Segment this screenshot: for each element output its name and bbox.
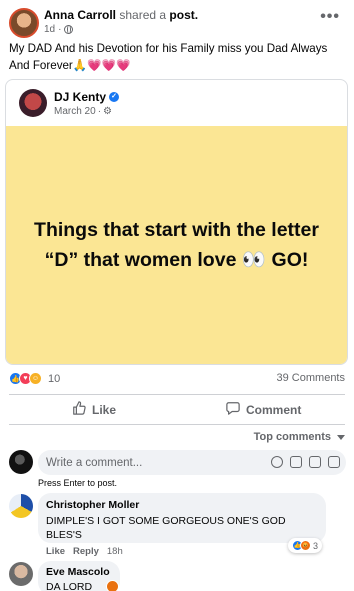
reaction-count: 10: [48, 372, 61, 385]
angry-reaction-icon[interactable]: [106, 580, 119, 591]
comment-label: Comment: [246, 402, 302, 417]
reactions-summary[interactable]: 👍 ♥ ☺ 10: [9, 372, 60, 385]
verified-badge-icon: ✓: [109, 92, 120, 102]
current-user-avatar[interactable]: [9, 450, 33, 474]
like-label: Like: [92, 402, 117, 417]
post-time[interactable]: 1d: [44, 24, 55, 35]
comment-author[interactable]: Christopher Moller: [46, 499, 318, 511]
care-reaction-icon: ☺: [29, 372, 42, 385]
angry-reaction-icon: 😡: [300, 540, 311, 551]
emoji-icon[interactable]: [271, 456, 283, 468]
commenter-avatar[interactable]: [9, 562, 33, 586]
commenter-avatar[interactable]: [9, 494, 33, 518]
thumbs-up-icon: [72, 401, 86, 418]
more-dots-icon[interactable]: •••: [320, 8, 340, 26]
comment-button[interactable]: Comment: [226, 401, 301, 418]
shared-date[interactable]: March 20: [54, 106, 96, 117]
shared-author-line: DJ Kenty ✓: [54, 90, 120, 104]
comment-like-button[interactable]: Like: [46, 546, 65, 557]
quote-background: Things that start with the letter “D” th…: [6, 126, 347, 364]
quote-text: Things that start with the letter “D” th…: [34, 219, 319, 271]
globe-icon: [64, 25, 74, 34]
post-text: My DAD And his Devotion for his Family m…: [9, 42, 328, 72]
shared-meta: March 20 · ⚙: [54, 106, 112, 117]
post-header-line: Anna Carroll shared a post.: [44, 8, 198, 22]
sort-label: Top comments: [253, 431, 331, 443]
shared-author-name[interactable]: DJ Kenty: [54, 90, 106, 104]
comment-time[interactable]: 18h: [107, 546, 123, 557]
comment-reaction-count: 3: [313, 540, 319, 551]
like-button[interactable]: Like: [72, 401, 116, 418]
comment-text: DIMPLE'S I GOT SOME GORGEOUS ONE'S GOD B…: [46, 515, 286, 541]
shared-verb: shared a: [119, 8, 167, 22]
chevron-down-icon: [337, 434, 345, 440]
shared-author-avatar[interactable]: [19, 89, 47, 117]
gif-icon[interactable]: [309, 456, 321, 468]
divider: [9, 424, 345, 425]
shared-post-card[interactable]: DJ Kenty ✓ March 20 · ⚙ Things that star…: [5, 79, 348, 365]
comment-text: DA LORD: [46, 581, 93, 591]
composer-hint: Press Enter to post.: [38, 478, 118, 488]
comment-actions: Like Reply 18h: [46, 546, 123, 557]
comment-reactions[interactable]: 👍 😡 3: [288, 538, 323, 553]
sticker-icon[interactable]: [328, 456, 340, 468]
poster-name[interactable]: Anna Carroll: [44, 8, 116, 22]
poster-avatar[interactable]: [9, 8, 39, 38]
comment-sort-dropdown[interactable]: Top comments: [254, 431, 345, 443]
gear-icon: ⚙: [103, 106, 112, 117]
speech-bubble-icon: [226, 401, 240, 418]
comment-bubble: Christopher Moller DIMPLE'S I GOT SOME G…: [38, 493, 326, 543]
divider: [9, 394, 345, 395]
camera-icon[interactable]: [290, 456, 302, 468]
comments-count-link[interactable]: 39 Comments: [277, 372, 345, 384]
post-meta: 1d ·: [44, 24, 74, 35]
composer-icons: [271, 456, 340, 468]
comment-reply-button[interactable]: Reply: [73, 546, 99, 557]
shared-object-link[interactable]: post.: [169, 8, 198, 22]
comment-author[interactable]: Eve Mascolo: [46, 566, 112, 578]
